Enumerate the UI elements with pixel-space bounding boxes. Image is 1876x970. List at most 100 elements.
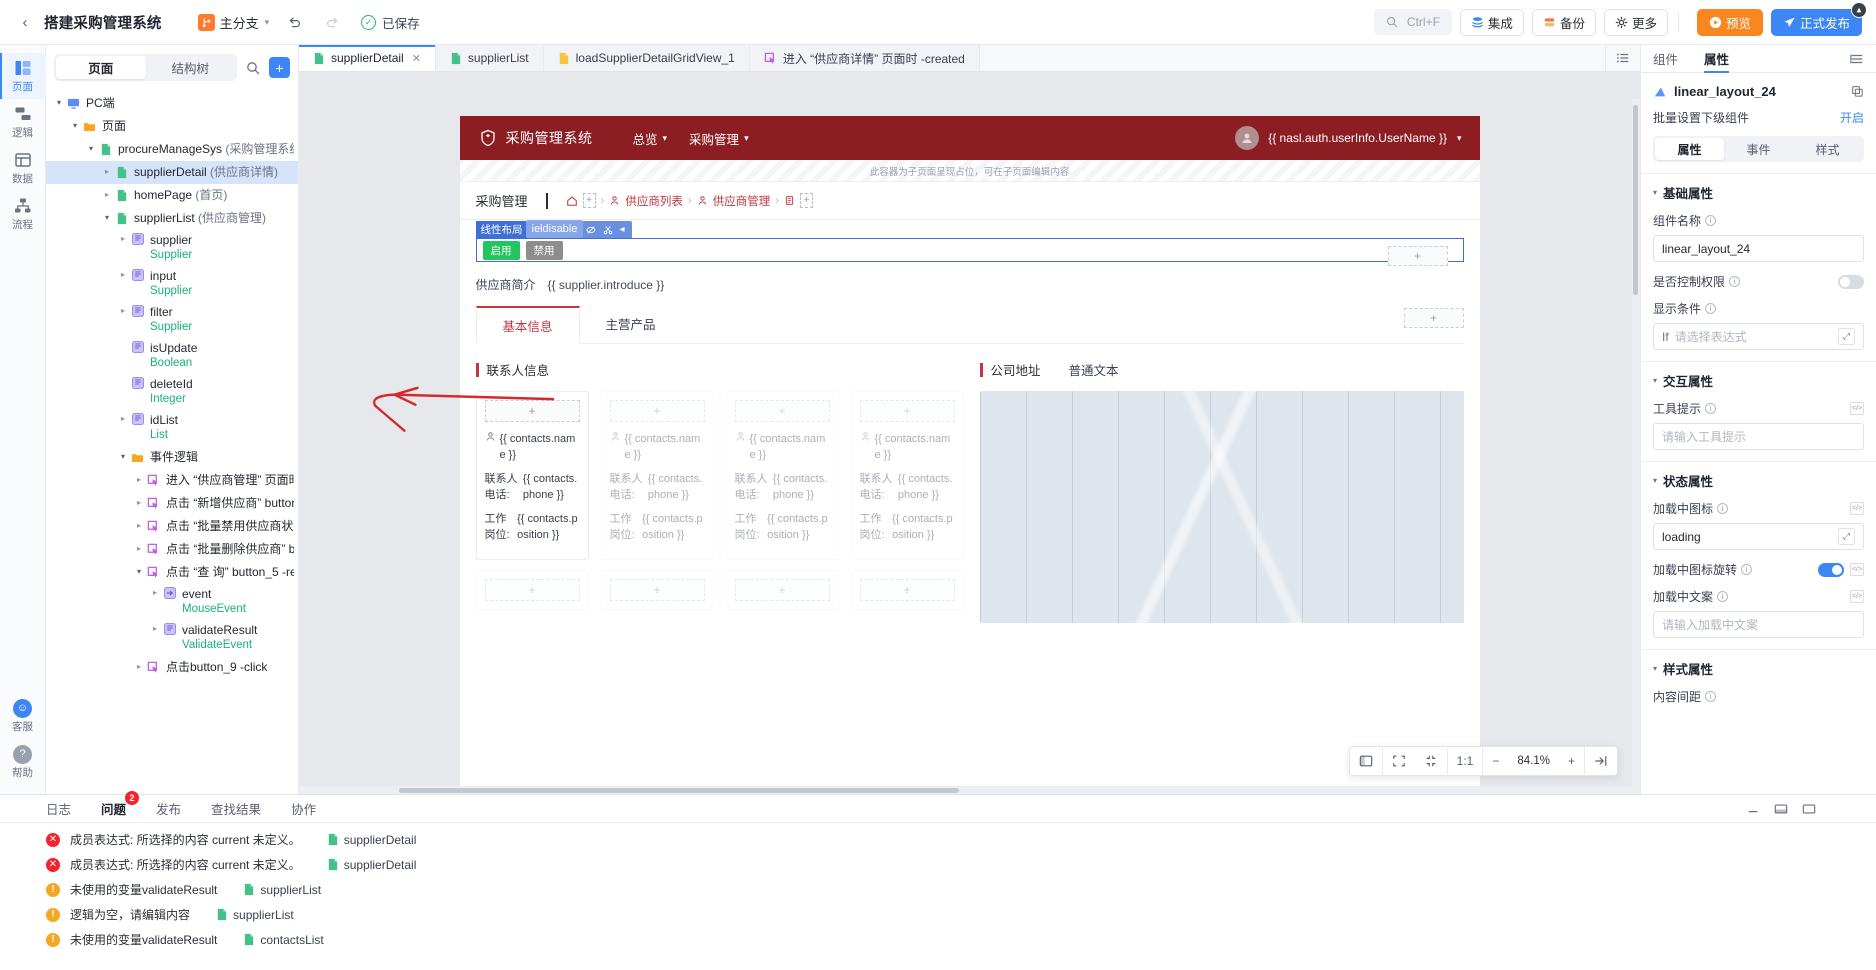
- expand-right-icon[interactable]: [1585, 746, 1617, 776]
- add-component-slot[interactable]: +: [734, 400, 830, 422]
- property-section-title[interactable]: ▾ 状态属性: [1653, 471, 1864, 490]
- maximize-icon[interactable]: [1802, 803, 1816, 815]
- problem-row[interactable]: ! 逻辑为空，请编辑内容 supplierList: [0, 902, 1876, 927]
- tree-expand-arrow[interactable]: ▸: [100, 161, 114, 176]
- tree-expand-arrow[interactable]: ▾: [68, 115, 82, 130]
- tree-expand-arrow[interactable]: ▸: [116, 230, 130, 243]
- tree-node[interactable]: ▸ filter Supplier: [46, 302, 298, 338]
- info-icon[interactable]: i: [1705, 691, 1717, 702]
- canvas-tab-0[interactable]: supplierDetail ✕: [299, 45, 436, 71]
- subtab-events[interactable]: 事件: [1724, 138, 1793, 160]
- contact-card[interactable]: + {{ contacts.name }} 联系人电话:{{ contacts.ph…: [600, 391, 714, 560]
- tab-properties[interactable]: 属性: [1704, 45, 1730, 73]
- page-tree[interactable]: ▾ PC端 ▾ 页面 ▾ procureManageSys (采购管理系统) ▸ suppli…: [46, 88, 298, 794]
- tree-expand-arrow[interactable]: ▸: [132, 492, 146, 507]
- canvas-horizontal-scrollbar[interactable]: [299, 786, 1640, 794]
- zoom-in-button[interactable]: +: [1559, 746, 1585, 776]
- add-component-slot[interactable]: +: [484, 400, 580, 422]
- status-badge-disabled[interactable]: 禁用: [525, 240, 563, 260]
- property-input[interactable]: loading ⤢: [1653, 523, 1864, 550]
- zoom-out-button[interactable]: −: [1483, 746, 1508, 776]
- batch-set-children-action[interactable]: 开启: [1840, 109, 1864, 126]
- add-component-slot[interactable]: +: [859, 579, 955, 601]
- collapse-icon[interactable]: [1415, 746, 1448, 776]
- code-toggle-icon[interactable]: </>: [1850, 502, 1864, 515]
- tree-expand-arrow[interactable]: ▸: [148, 620, 162, 633]
- zoom-ratio-button[interactable]: 1:1: [1448, 746, 1484, 776]
- cut-icon[interactable]: [603, 225, 613, 235]
- contact-card-placeholder[interactable]: +: [475, 570, 589, 610]
- branch-selector[interactable]: 主分支 ▾: [197, 13, 269, 32]
- tree-node[interactable]: ▾ procureManageSys (采购管理系统): [46, 138, 298, 161]
- bottom-tab-0[interactable]: 日志: [46, 799, 71, 818]
- info-icon[interactable]: i: [1705, 303, 1717, 314]
- back-icon[interactable]: ‹: [14, 11, 36, 33]
- search-icon[interactable]: [243, 58, 263, 78]
- tree-node[interactable]: ▸ supplierDetail (供应商详情): [46, 161, 298, 184]
- info-icon[interactable]: i: [1729, 276, 1741, 287]
- contact-card[interactable]: + {{ contacts.name }} 联系人电话:{{ contacts.ph…: [850, 391, 964, 560]
- tree-node[interactable]: ▾ 事件逻辑: [46, 446, 298, 469]
- tree-node[interactable]: ▸ 点击button_9 -click: [46, 656, 298, 679]
- tree-node[interactable]: ▸ 进入 “供应商管理” 页面时 -init: [46, 469, 298, 492]
- problem-source[interactable]: supplierDetail: [327, 833, 416, 847]
- contact-card[interactable]: + {{ contacts.name }} 联系人电话:{{ contacts.ph…: [725, 391, 839, 560]
- tree-expand-arrow[interactable]: ▸: [132, 538, 146, 553]
- property-section-title[interactable]: ▾ 交互属性: [1653, 371, 1864, 390]
- problem-row[interactable]: ✕ 成员表达式: 所选择的内容 current 未定义。 supplierDetai…: [0, 852, 1876, 877]
- add-component-slot[interactable]: +: [609, 400, 705, 422]
- integration-button[interactable]: 集成: [1459, 8, 1524, 36]
- tab-components[interactable]: 组件: [1653, 45, 1678, 73]
- tree-node[interactable]: ▾ 点击 “查 询” button_5 -reload: [46, 561, 298, 584]
- tree-expand-arrow[interactable]: ▸: [132, 469, 146, 484]
- search-input[interactable]: Ctrl+F: [1373, 9, 1452, 35]
- add-page-button[interactable]: +: [269, 57, 290, 78]
- expand-editor-icon[interactable]: ⤢: [1838, 328, 1855, 345]
- hide-icon[interactable]: [585, 225, 596, 235]
- add-component-slot[interactable]: +: [859, 400, 955, 422]
- subtab-attributes[interactable]: 属性: [1655, 138, 1724, 160]
- tree-node[interactable]: ▾ 页面: [46, 115, 298, 138]
- tree-node[interactable]: ▸ input Supplier: [46, 266, 298, 302]
- property-input[interactable]: 请输入工具提示: [1653, 423, 1864, 450]
- tree-expand-arrow[interactable]: ▾: [116, 446, 130, 461]
- minimize-icon[interactable]: [1746, 803, 1760, 815]
- canvas-tab-1[interactable]: supplierList: [435, 45, 544, 71]
- scrollbar-thumb[interactable]: [1633, 105, 1638, 295]
- canvas-tab-3[interactable]: 进入 “供应商详情” 页面时 -created: [749, 45, 980, 71]
- tree-expand-arrow[interactable]: ▾: [100, 207, 114, 222]
- preview-button[interactable]: 预览: [1696, 8, 1763, 36]
- rail-item-data[interactable]: 数据: [0, 145, 46, 191]
- subtab-styles[interactable]: 样式: [1793, 138, 1862, 160]
- undo-icon[interactable]: [281, 9, 307, 35]
- tree-expand-arrow[interactable]: ▸: [116, 410, 130, 423]
- property-section-title[interactable]: ▾ 样式属性: [1653, 659, 1864, 678]
- more-button[interactable]: 更多: [1603, 8, 1668, 36]
- tree-node[interactable]: deleteId Integer: [46, 374, 298, 410]
- contact-card-placeholder[interactable]: +: [725, 570, 839, 610]
- tree-node[interactable]: ▸ supplier Supplier: [46, 230, 298, 266]
- tree-node[interactable]: ▸ idList List: [46, 410, 298, 446]
- tree-node[interactable]: ▾ supplierList (供应商管理): [46, 207, 298, 230]
- preview-nav-item-0[interactable]: 总览 ▾: [633, 129, 668, 148]
- tree-expand-arrow[interactable]: ▸: [148, 584, 162, 597]
- info-icon[interactable]: i: [1705, 403, 1717, 414]
- backup-button[interactable]: 备份: [1531, 8, 1596, 36]
- problem-row[interactable]: ! 未使用的变量validateResult contactsList: [0, 927, 1876, 952]
- tree-expand-arrow[interactable]: ▾: [52, 92, 66, 107]
- rail-item-logic[interactable]: 逻辑: [0, 99, 46, 145]
- breadcrumb-item-2[interactable]: 供应商管理: [713, 193, 771, 209]
- canvas-tab-2[interactable]: loadSupplierDetailGridView_1: [543, 45, 750, 71]
- problem-source[interactable]: contactsList: [243, 933, 324, 947]
- tree-node[interactable]: ▸ event MouseEvent: [46, 584, 298, 620]
- canvas-vertical-scrollbar[interactable]: [1632, 99, 1640, 786]
- tree-node[interactable]: ▸ 点击 “新增供应商” button_6 -c: [46, 492, 298, 515]
- close-icon[interactable]: ✕: [412, 52, 421, 65]
- scrollbar-thumb[interactable]: [399, 788, 959, 793]
- preview-user-menu[interactable]: {{ nasl.auth.userInfo.UserName }} ▾: [1235, 126, 1462, 150]
- info-icon[interactable]: i: [1717, 591, 1729, 602]
- fit-icon[interactable]: [1383, 746, 1415, 776]
- add-component-slot[interactable]: +: [609, 579, 705, 601]
- property-toggle[interactable]: [1838, 274, 1864, 289]
- redo-icon[interactable]: [319, 9, 345, 35]
